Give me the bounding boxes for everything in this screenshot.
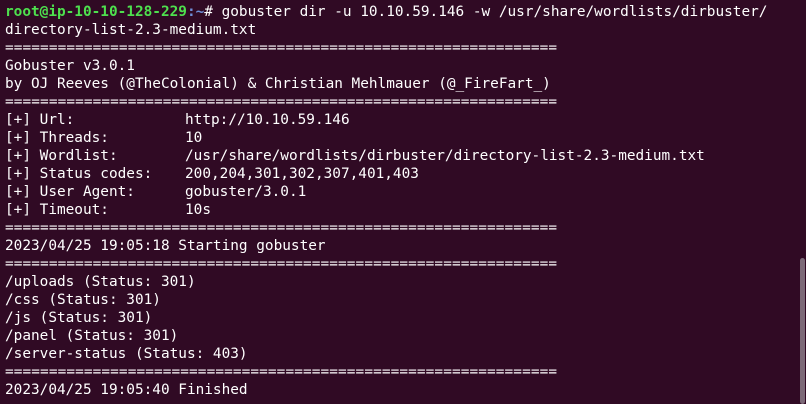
separator: ========================================…: [5, 220, 558, 236]
prompt-user-host: root@ip-10-10-128-229: [5, 4, 187, 20]
command-text: gobuster dir -u 10.10.59.146 -w /usr/sha…: [221, 4, 768, 20]
config-key: [+] Status codes:: [5, 166, 153, 182]
config-key: [+] User Agent:: [5, 184, 135, 200]
config-value: 200,204,301,302,307,401,403: [185, 166, 419, 182]
command-line: root@ip-10-10-128-229:~# gobuster dir -u…: [5, 3, 806, 21]
config-row-timeout: [+] Timeout: 10s: [5, 201, 806, 219]
prompt-symbol: #: [204, 4, 222, 20]
config-key: [+] Wordlist:: [5, 148, 118, 164]
config-row-url: [+] Url: http://10.10.59.146: [5, 111, 806, 129]
config-key: [+] Timeout:: [5, 202, 109, 218]
result-line: /uploads (Status: 301): [5, 274, 196, 290]
result-line: /css (Status: 301): [5, 292, 161, 308]
result-line: /panel (Status: 301): [5, 328, 179, 344]
config-row-user-agent: [+] User Agent: gobuster/3.0.1: [5, 183, 806, 201]
separator: ========================================…: [5, 256, 558, 272]
result-line: /js (Status: 301): [5, 310, 153, 326]
scrollbar[interactable]: [798, 0, 806, 404]
config-key: [+] Threads:: [5, 130, 109, 146]
config-row-wordlist: [+] Wordlist: /usr/share/wordlists/dirbu…: [5, 147, 806, 165]
config-row-threads: [+] Threads: 10: [5, 129, 806, 147]
result-line: /server-status (Status: 403): [5, 346, 248, 362]
separator: ========================================…: [5, 94, 558, 110]
config-key: [+] Url:: [5, 112, 75, 128]
prompt-path: :~: [186, 4, 205, 20]
config-value: gobuster/3.0.1: [185, 184, 307, 200]
config-value: /usr/share/wordlists/dirbuster/directory…: [185, 148, 705, 164]
separator: ========================================…: [5, 40, 558, 56]
start-line: 2023/04/25 19:05:18 Starting gobuster: [5, 238, 326, 254]
scrollbar-thumb[interactable]: [800, 258, 805, 404]
finish-line: 2023/04/25 19:05:40 Finished: [5, 382, 248, 398]
banner-title: Gobuster v3.0.1: [5, 58, 135, 74]
command-line-wrap: directory-list-2.3-medium.txt: [5, 22, 257, 38]
config-value: 10: [185, 130, 203, 146]
config-value: http://10.10.59.146: [185, 112, 350, 128]
config-value: 10s: [185, 202, 211, 218]
separator: ========================================…: [5, 364, 558, 380]
terminal-window[interactable]: root@ip-10-10-128-229:~# gobuster dir -u…: [0, 0, 806, 404]
banner-authors: by OJ Reeves (@TheColonial) & Christian …: [5, 76, 551, 92]
config-row-status-codes: [+] Status codes: 200,204,301,302,307,40…: [5, 165, 806, 183]
